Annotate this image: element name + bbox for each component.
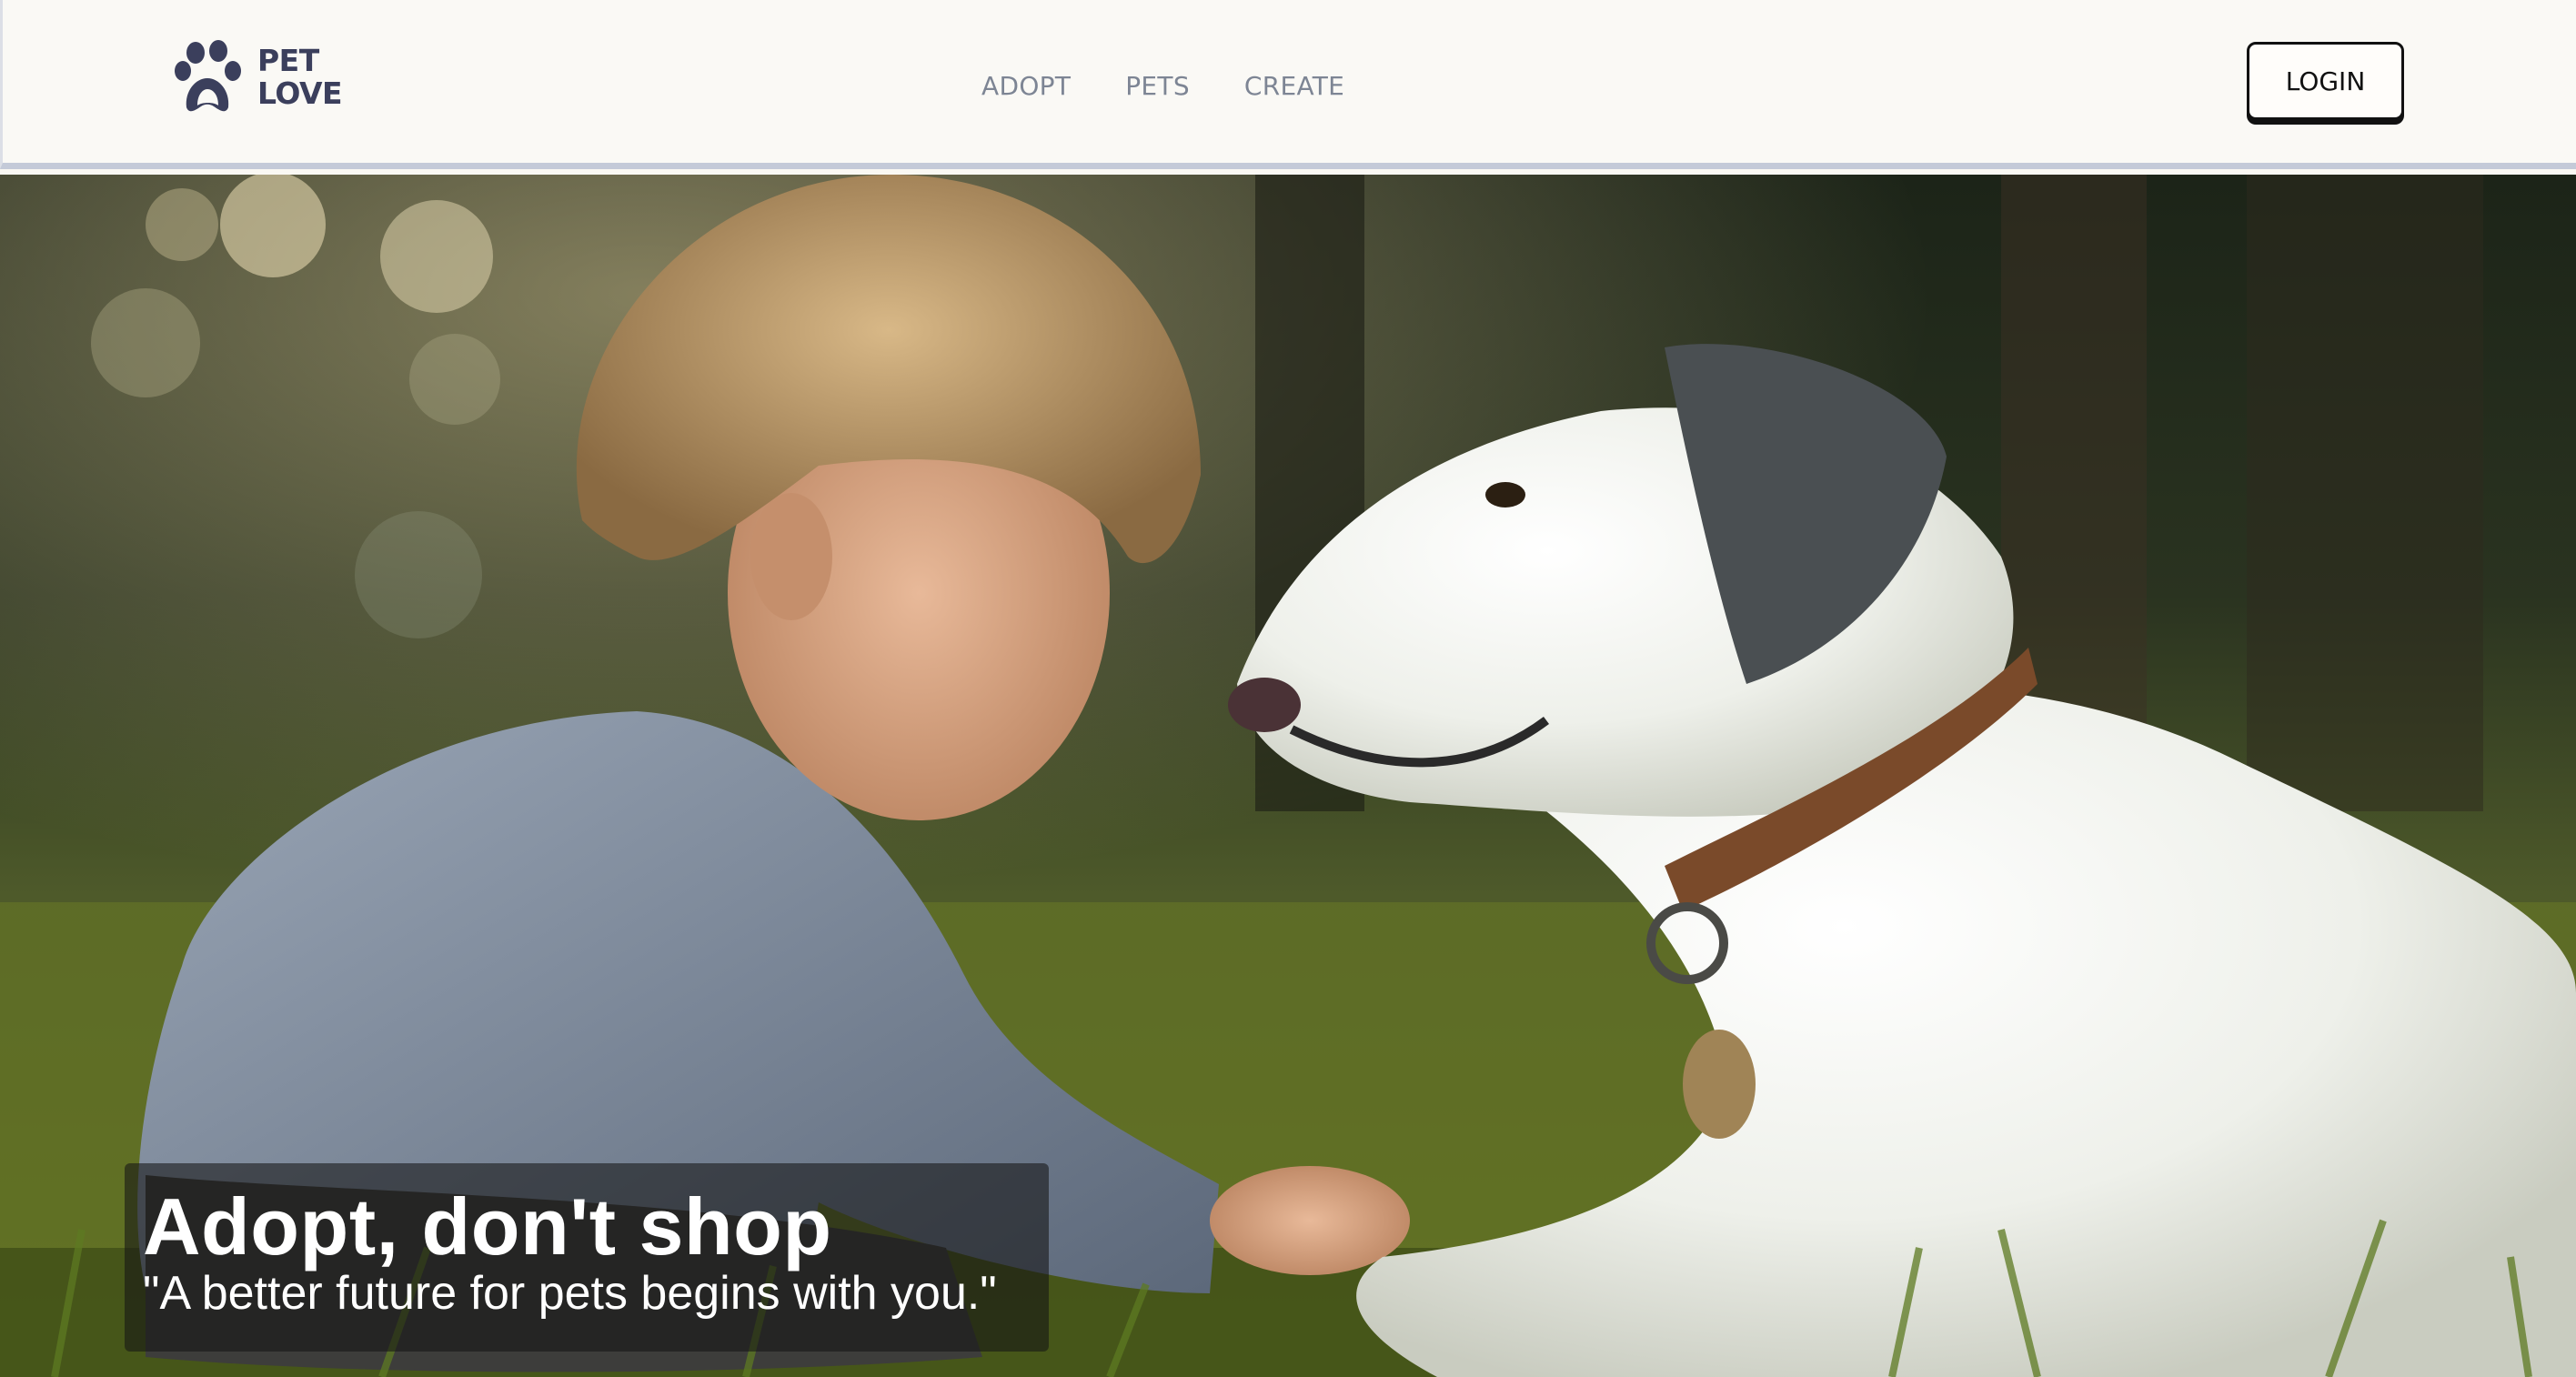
- nav-link-pets[interactable]: PETS: [1125, 71, 1190, 101]
- hero-title: Adopt, don't shop: [143, 1181, 832, 1271]
- logo-line2: LOVE: [257, 75, 343, 111]
- hero-section: Adopt, don't shop "A better future for p…: [0, 175, 2576, 1377]
- logo[interactable]: PET LOVE: [168, 40, 350, 115]
- paw-icon: [175, 40, 241, 112]
- nav-link-create[interactable]: CREATE: [1244, 71, 1344, 101]
- logo-line1: PET: [257, 43, 319, 78]
- hero-subtitle: "A better future for pets begins with yo…: [143, 1267, 997, 1320]
- nav-link-adopt[interactable]: ADOPT: [981, 71, 1071, 101]
- login-button[interactable]: LOGIN: [2247, 42, 2404, 120]
- logo-text: PET LOVE: [257, 43, 343, 111]
- main-nav: ADOPT PETS CREATE: [981, 67, 1344, 104]
- hero-caption: Adopt, don't shop "A better future for p…: [125, 1163, 1049, 1352]
- site-header: PET LOVE ADOPT PETS CREATE LOGIN: [0, 0, 2576, 169]
